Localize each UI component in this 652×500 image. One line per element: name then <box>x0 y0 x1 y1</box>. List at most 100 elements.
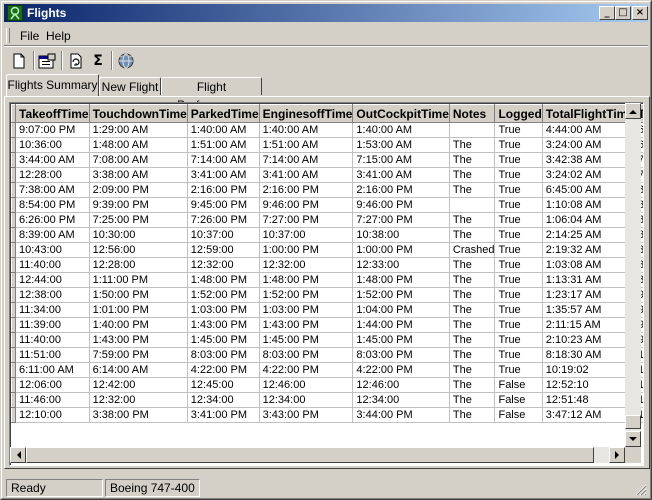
cell-takeoff[interactable]: 11:40:00 <box>15 257 90 273</box>
cell-enginesoff[interactable]: 1:43:00 PM <box>259 317 354 333</box>
cell-logged[interactable]: True <box>494 257 543 273</box>
cell-logged[interactable]: True <box>494 152 543 168</box>
cell-touchdown[interactable]: 7:25:00 PM <box>89 212 188 228</box>
cell-notes[interactable]: The <box>449 137 496 153</box>
col-header-outcockpit[interactable]: OutCockpitTime <box>352 104 450 123</box>
cell-takeoff[interactable]: 12:28:00 <box>15 167 90 183</box>
cell-touchdown[interactable]: 1:50:00 PM <box>89 287 188 303</box>
col-header-notes[interactable]: Notes <box>448 104 496 123</box>
cell-parked[interactable]: 1:40:00 AM <box>187 122 260 138</box>
tab-new-flight[interactable]: New Flight <box>99 77 161 95</box>
web-update-icon[interactable] <box>116 51 136 71</box>
cell-parked[interactable]: 4:22:00 PM <box>187 362 260 378</box>
cell-logged[interactable]: True <box>494 317 543 333</box>
cell-takeoff[interactable]: 8:54:00 PM <box>15 197 90 213</box>
cell-notes[interactable]: The <box>449 152 496 168</box>
table-row[interactable]: 12:28:00 3:38:00 AM 3:41:00 AM 3:41:00 AM 3:… <box>11 167 643 183</box>
cell-totalflight[interactable]: 2:14:25 AM <box>542 227 636 243</box>
table-row[interactable]: 11:34:00 1:01:00 PM 1:03:00 PM 1:03:00 PM 1:… <box>11 302 643 318</box>
col-header-logged[interactable]: Logged <box>494 104 543 123</box>
cell-touchdown[interactable]: 1:29:00 AM <box>89 122 188 138</box>
cell-totalflight[interactable]: 2:10:23 AM <box>542 332 636 348</box>
cell-takeoff[interactable]: 12:38:00 <box>15 287 90 303</box>
table-row[interactable]: 10:43:00 12:56:00 12:59:00 1:00:00 PM 1:00:0… <box>11 242 643 258</box>
table-row[interactable]: 10:36:00 1:48:00 AM 1:51:00 AM 1:51:00 AM 1:… <box>11 137 643 153</box>
cell-logged[interactable]: False <box>494 392 543 408</box>
table-row[interactable]: 3:44:00 AM 7:08:00 AM 7:14:00 AM 7:14:00 AM… <box>11 152 643 168</box>
cell-parked[interactable]: 8:03:00 PM <box>187 347 260 363</box>
cell-parked[interactable]: 12:45:00 <box>187 377 260 393</box>
cell-takeoff[interactable]: 10:43:00 <box>15 242 90 258</box>
cell-logged[interactable]: True <box>494 242 543 258</box>
cell-touchdown[interactable]: 3:38:00 AM <box>89 167 188 183</box>
cell-enginesoff[interactable]: 1:03:00 PM <box>259 302 354 318</box>
cell-takeoff[interactable]: 3:44:00 AM <box>15 152 90 168</box>
close-button[interactable]: × <box>632 6 648 20</box>
cell-totalflight[interactable]: 10:19:02 <box>542 362 636 378</box>
properties-icon[interactable] <box>37 51 57 71</box>
cell-takeoff[interactable]: 12:10:00 <box>15 407 90 423</box>
cell-parked[interactable]: 12:34:00 <box>187 392 260 408</box>
cell-enginesoff[interactable]: 3:43:00 PM <box>259 407 354 423</box>
cell-notes[interactable]: The <box>449 287 496 303</box>
cell-notes[interactable]: The <box>449 362 496 378</box>
cell-enginesoff[interactable]: 1:48:00 PM <box>259 272 354 288</box>
scroll-up-button[interactable] <box>625 103 641 119</box>
cell-parked[interactable]: 3:41:00 PM <box>187 407 260 423</box>
cell-totalflight[interactable]: 3:42:38 AM <box>542 152 636 168</box>
cell-logged[interactable]: True <box>494 302 543 318</box>
table-row[interactable]: 11:46:00 12:32:00 12:34:00 12:34:00 12:34:00… <box>11 392 643 408</box>
cell-takeoff[interactable]: 11:51:00 <box>15 347 90 363</box>
table-row[interactable]: 11:40:00 12:28:00 12:32:00 12:32:00 12:33:00… <box>11 257 643 273</box>
cell-outcockpit[interactable]: 1:53:00 AM <box>352 137 450 153</box>
cell-parked[interactable]: 1:51:00 AM <box>187 137 260 153</box>
resize-grip-icon[interactable] <box>635 484 647 496</box>
table-row[interactable]: 7:38:00 AM 2:09:00 PM 2:16:00 PM 2:16:00 PM… <box>11 182 643 198</box>
cell-parked[interactable]: 7:26:00 PM <box>187 212 260 228</box>
cell-enginesoff[interactable]: 1:40:00 AM <box>259 122 354 138</box>
cell-logged[interactable]: True <box>494 197 543 213</box>
cell-touchdown[interactable]: 3:38:00 PM <box>89 407 188 423</box>
cell-parked[interactable]: 10:37:00 <box>187 227 260 243</box>
cell-outcockpit[interactable]: 1:48:00 PM <box>352 272 450 288</box>
table-row[interactable]: 9:07:00 PM 1:29:00 AM 1:40:00 AM 1:40:00 AM… <box>11 122 643 138</box>
maximize-button[interactable]: □ <box>615 6 631 20</box>
cell-enginesoff[interactable]: 12:46:00 <box>259 377 354 393</box>
cell-outcockpit[interactable]: 12:46:00 <box>352 377 450 393</box>
cell-totalflight[interactable]: 12:52:10 <box>542 377 636 393</box>
cell-totalflight[interactable]: 8:18:30 AM <box>542 347 636 363</box>
cell-enginesoff[interactable]: 1:51:00 AM <box>259 137 354 153</box>
vertical-scrollbar[interactable] <box>625 103 641 447</box>
table-row[interactable]: 11:51:00 7:59:00 PM 8:03:00 PM 8:03:00 PM 8:… <box>11 347 643 363</box>
cell-outcockpit[interactable]: 3:41:00 AM <box>352 167 450 183</box>
cell-takeoff[interactable]: 6:26:00 PM <box>15 212 90 228</box>
cell-logged[interactable]: False <box>494 377 543 393</box>
cell-notes[interactable]: The <box>449 302 496 318</box>
cell-outcockpit[interactable]: 7:27:00 PM <box>352 212 450 228</box>
table-row[interactable]: 6:11:00 AM 6:14:00 AM 4:22:00 PM 4:22:00 PM… <box>11 362 643 378</box>
cell-touchdown[interactable]: 1:43:00 PM <box>89 332 188 348</box>
cell-touchdown[interactable]: 12:42:00 <box>89 377 188 393</box>
cell-enginesoff[interactable]: 1:00:00 PM <box>259 242 354 258</box>
cell-touchdown[interactable]: 1:01:00 PM <box>89 302 188 318</box>
cell-touchdown[interactable]: 1:11:00 PM <box>89 272 188 288</box>
table-row[interactable]: 6:26:00 PM 7:25:00 PM 7:26:00 PM 7:27:00 PM… <box>11 212 643 228</box>
cell-totalflight[interactable]: 6:45:00 AM <box>542 182 636 198</box>
cell-enginesoff[interactable]: 1:52:00 PM <box>259 287 354 303</box>
cell-takeoff[interactable]: 12:44:00 <box>15 272 90 288</box>
cell-notes[interactable]: The <box>449 392 496 408</box>
cell-notes[interactable]: The <box>449 257 496 273</box>
cell-totalflight[interactable]: 3:24:02 AM <box>542 167 636 183</box>
cell-logged[interactable]: True <box>494 332 543 348</box>
cell-touchdown[interactable]: 10:30:00 <box>89 227 188 243</box>
cell-outcockpit[interactable]: 1:44:00 PM <box>352 317 450 333</box>
cell-enginesoff[interactable]: 9:46:00 PM <box>259 197 354 213</box>
cell-totalflight[interactable]: 4:44:00 AM <box>542 122 636 138</box>
table-row[interactable]: 8:54:00 PM 9:39:00 PM 9:45:00 PM 9:46:00 PM… <box>11 197 643 213</box>
title-bar[interactable]: Flights _ □ × <box>4 4 648 22</box>
cell-logged[interactable]: True <box>494 227 543 243</box>
cell-parked[interactable]: 1:52:00 PM <box>187 287 260 303</box>
refresh-icon[interactable] <box>66 51 86 71</box>
cell-touchdown[interactable]: 12:28:00 <box>89 257 188 273</box>
cell-notes[interactable]: The <box>449 377 496 393</box>
